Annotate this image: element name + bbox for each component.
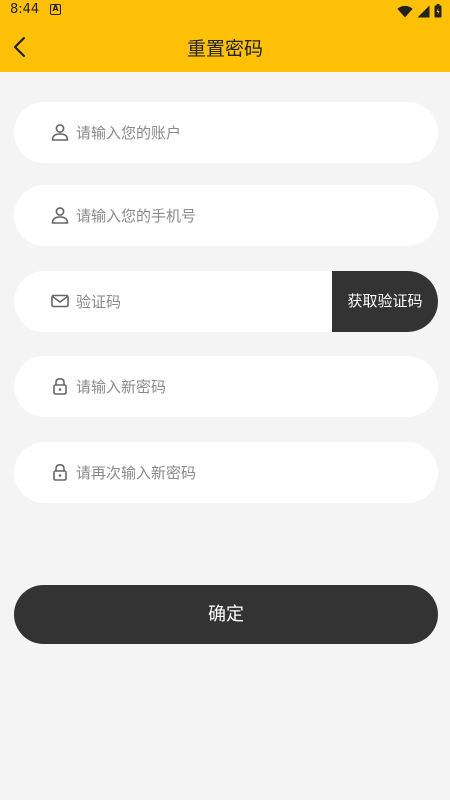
confirm-password-field — [14, 442, 438, 503]
phone-input[interactable] — [76, 185, 376, 246]
get-code-button[interactable]: 获取验证码 — [332, 271, 438, 332]
user-icon — [51, 124, 69, 141]
notification-icon: A — [50, 4, 61, 15]
status-time: 8:44 — [10, 2, 40, 17]
battery-icon — [434, 4, 442, 18]
user-icon — [51, 207, 69, 224]
new-password-field — [14, 356, 438, 417]
account-input[interactable] — [76, 102, 376, 163]
account-field — [14, 102, 438, 163]
status-icons — [397, 3, 442, 19]
signal-icon — [417, 5, 430, 17]
new-password-input[interactable] — [76, 356, 376, 417]
mail-icon — [51, 294, 69, 308]
page-title: 重置密码 — [186, 38, 263, 60]
code-field: 获取验证码 — [14, 271, 438, 332]
lock-icon — [53, 463, 67, 481]
confirm-button[interactable]: 确定 — [14, 585, 438, 644]
toolbar: 重置密码 — [0, 22, 450, 72]
lock-icon — [53, 377, 67, 395]
reset-password-screen: 8:44 A 重置密码 请输入您的账户 请输入您的手机号 验证码 获取验证码 确… — [0, 0, 450, 800]
phone-field — [14, 185, 438, 246]
status-bar: 8:44 A — [0, 0, 450, 22]
confirm-password-input[interactable] — [76, 442, 376, 503]
wifi-icon — [397, 5, 413, 17]
code-input[interactable] — [76, 271, 316, 332]
